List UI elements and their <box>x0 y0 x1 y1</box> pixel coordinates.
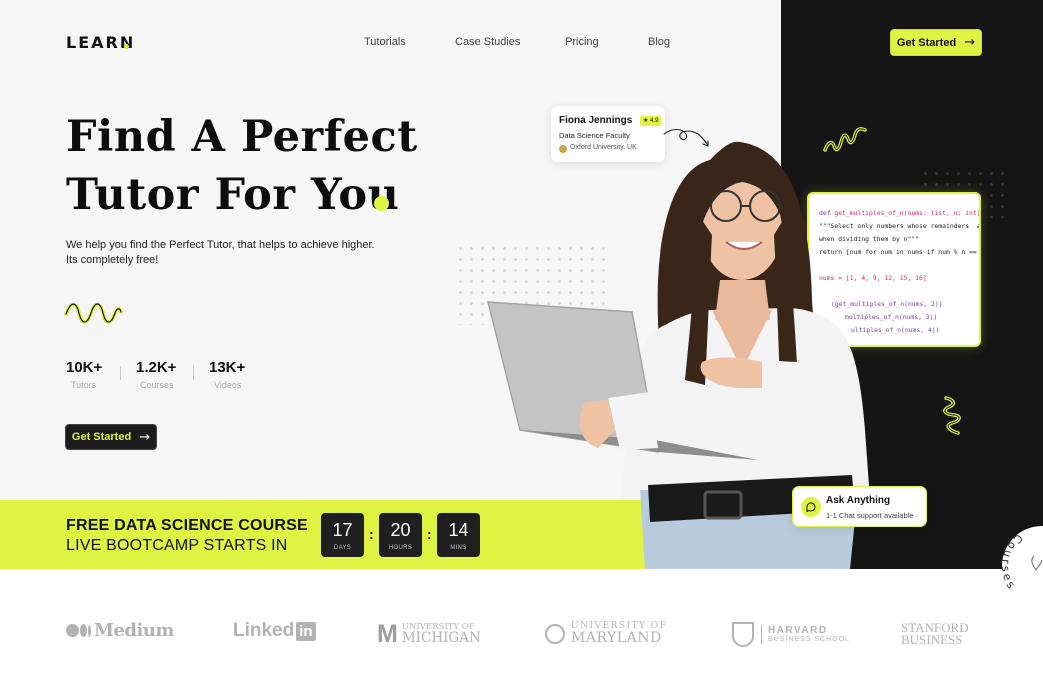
stat-videos-label: Videos <box>214 380 242 390</box>
hero-title-line2: Tutor For You <box>66 170 400 220</box>
partner-maryland-text: UNIVERSITY OF MARYLAND <box>571 622 668 646</box>
michigan-line2: MICHIGAN <box>401 629 481 646</box>
countdown-days-value: 17 <box>332 520 353 540</box>
rating-value: 4.9 <box>650 118 659 124</box>
chat-title: Ask Anything <box>826 495 891 506</box>
countdown-days: 17 DAYS <box>321 513 364 557</box>
maryland-line2: MARYLAND <box>571 630 662 646</box>
banner-title: FREE DATA SCIENCE COURSE <box>66 517 308 534</box>
title-accent-dot <box>374 196 389 211</box>
partner-linkedin-text: Linked <box>233 620 295 641</box>
countdown-mins-label: MINS <box>450 545 467 551</box>
curly-arrow-icon <box>663 128 709 147</box>
partner-michigan-text: UNIVERSITY OF MICHIGAN <box>402 623 481 645</box>
ask-anything-card[interactable]: Ask Anything 1-1 Chat support available <box>792 486 927 527</box>
harvard-line1: HARVARD <box>768 625 828 637</box>
nav-case-studies[interactable]: Case Studies <box>455 36 520 48</box>
star-icon: ★ <box>643 118 649 124</box>
nav-pricing[interactable]: Pricing <box>565 36 599 48</box>
harvard-line2: BUSINESS SCHOOL <box>768 636 850 644</box>
partner-harvard: HARVARD BUSINESS SCHOOL <box>732 622 850 647</box>
maryland-seal-icon <box>545 623 565 644</box>
partner-stanford: STANFORD BUSINESS <box>901 621 969 648</box>
logo-dot <box>124 44 129 49</box>
countdown-hours-label: HOURS <box>388 545 413 551</box>
countdown-hours-value: 20 <box>390 520 411 540</box>
hero-get-started-button[interactable]: Get Started → <box>65 424 157 450</box>
harvard-shield-icon <box>732 622 754 647</box>
hero-subtitle-line1: We help you find the Perfect Tutor, that… <box>66 239 375 251</box>
partner-medium: Medium <box>66 620 174 641</box>
courses-rotating-badge[interactable]: Courses <box>996 520 1043 612</box>
hero-get-started-label: Get Started <box>71 431 132 443</box>
university-seal-icon <box>559 145 567 153</box>
tutor-card[interactable]: Fiona Jennings ★ 4.9 Data Science Facult… <box>551 106 665 162</box>
partner-harvard-text: HARVARD BUSINESS SCHOOL <box>761 625 850 644</box>
squiggle-icon <box>943 396 961 435</box>
countdown-hours: 20 HOURS <box>379 513 422 557</box>
stat-divider <box>120 366 121 380</box>
chat-subtitle: 1-1 Chat support available <box>826 511 914 520</box>
stanford-line2: BUSINESS <box>901 632 963 648</box>
stat-tutors-value: 10K+ <box>66 359 103 376</box>
tutor-institution: Oxford University, UK <box>570 144 637 151</box>
medium-icon <box>66 624 91 637</box>
squiggle-icon <box>64 303 123 324</box>
linkedin-icon: in <box>296 621 316 641</box>
tutor-role: Data Science Faculty <box>559 131 630 140</box>
partner-linkedin: Linked in <box>233 620 316 642</box>
header-get-started-label: Get Started <box>896 36 957 49</box>
partner-michigan: M UNIVERSITY OF MICHIGAN <box>377 620 481 648</box>
banner-subtitle: LIVE BOOTCAMP STARTS IN <box>66 537 288 554</box>
chat-icon <box>801 497 821 517</box>
countdown-mins-value: 14 <box>448 520 469 540</box>
tutor-name: Fiona Jennings <box>559 115 633 126</box>
countdown-colon: : <box>427 526 432 542</box>
hero-title-line1: Find A Perfect <box>66 112 418 162</box>
partner-maryland: UNIVERSITY OF MARYLAND <box>545 622 668 645</box>
stat-tutors-label: Tutors <box>71 380 97 390</box>
michigan-block-m-icon: M <box>377 620 398 648</box>
stat-divider <box>193 366 194 380</box>
logo[interactable]: LEARN <box>66 33 135 52</box>
partner-medium-name: Medium <box>94 620 174 641</box>
header-get-started-button[interactable]: Get Started → <box>890 29 982 56</box>
stat-videos-value: 13K+ <box>209 359 246 376</box>
hero-subtitle-line2: Its completely free! <box>66 254 159 266</box>
rating-badge: ★ 4.9 <box>640 116 662 126</box>
countdown-days-label: DAYS <box>333 545 352 551</box>
arrow-right-icon: → <box>964 35 976 50</box>
nav-tutorials[interactable]: Tutorials <box>364 36 406 48</box>
countdown-colon: : <box>369 526 374 542</box>
stat-courses-label: Courses <box>140 380 174 390</box>
nav-blog[interactable]: Blog <box>648 36 670 48</box>
countdown-mins: 14 MINS <box>437 513 480 557</box>
stat-courses-value: 1.2K+ <box>136 359 177 376</box>
arrow-right-icon: → <box>139 429 151 445</box>
